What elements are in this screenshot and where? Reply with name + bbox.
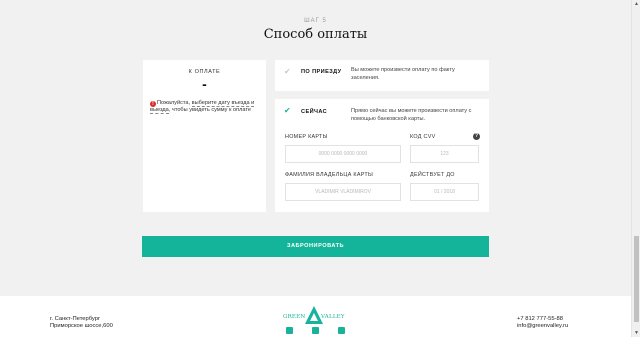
payment-summary-card: К ОПЛАТЕ - ! Пожалуйста, выберите дату въ…: [143, 60, 266, 212]
page-title: Способ оплаты: [263, 27, 368, 42]
facebook-square-icon[interactable]: [338, 327, 345, 334]
footer-email[interactable]: info@greenvalley.ru: [517, 323, 568, 330]
address-city: г. Санкт-Петербург: [50, 316, 101, 322]
logo-word-left: GREEN: [283, 314, 306, 320]
scroll-up-arrow-icon[interactable]: ▲: [632, 0, 640, 8]
card-number-input[interactable]: [285, 145, 401, 163]
option-title: ПО ПРИЕЗДУ: [301, 69, 342, 75]
check-icon: ✔: [284, 67, 291, 76]
scrollbar-thumb[interactable]: [634, 236, 639, 322]
green-valley-logo[interactable]: GREEN VALLEY: [283, 305, 349, 327]
summary-amount: -: [202, 76, 207, 92]
step-label: ШАГ 5: [304, 18, 327, 24]
facebook-icon[interactable]: [312, 327, 319, 334]
summary-warning: ! Пожалуйста, выберите дату въезда и выез…: [150, 100, 262, 115]
question-circle-icon[interactable]: ?: [473, 133, 480, 140]
footer-contacts: +7 812 777-55-88 info@greenvalley.ru: [517, 316, 568, 330]
warning-text-prefix: Пожалуйста,: [157, 100, 192, 106]
scroll-down-arrow-icon[interactable]: ▼: [632, 329, 640, 337]
warning-text-suffix: , чтобы увидеть сумму к оплате: [168, 107, 251, 114]
book-button[interactable]: ЗАБРОНИРОВАТЬ: [142, 236, 489, 257]
summary-caption: К ОПЛАТЕ: [188, 69, 221, 75]
vertical-scrollbar[interactable]: ▲ ▼: [631, 0, 640, 337]
payment-option-on-arrival[interactable]: ✔ ПО ПРИЕЗДУ Вы можете произвести оплату…: [275, 60, 489, 91]
cvv-label: КОД CVV: [410, 134, 436, 140]
footer-phone[interactable]: +7 812 777-55-88: [517, 316, 568, 323]
option-description: Вы можете произвести оплату по факту зас…: [351, 67, 455, 81]
expiry-label: ДЕЙСТВУЕТ ДО: [410, 172, 455, 178]
option-description: Прямо сейчас вы можете произвести оплату…: [351, 108, 472, 122]
site-footer: г. Санкт-Петербург Приморское шоссе,600 …: [0, 296, 631, 337]
card-number-label: НОМЕР КАРТЫ: [285, 134, 328, 140]
option-title: СЕЙЧАС: [301, 109, 328, 115]
cvv-input[interactable]: [410, 145, 479, 163]
address-street: Приморское шоссе,600: [50, 323, 113, 329]
card-holder-label: ФАМИЛИЯ ВЛАДЕЛЬЦА КАРТЫ: [285, 172, 374, 178]
payment-option-now[interactable]: ✔ СЕЙЧАС Прямо сейчас вы можете произвес…: [275, 99, 489, 212]
card-holder-input[interactable]: [285, 183, 401, 201]
expiry-input[interactable]: [410, 183, 479, 201]
footer-address: г. Санкт-Петербург Приморское шоссе,600: [50, 316, 113, 330]
booking-page: ШАГ 5 Способ оплаты К ОПЛАТЕ - ! Пожалуйс…: [0, 0, 631, 337]
vk-icon[interactable]: [286, 327, 293, 334]
exclamation-circle-icon: !: [150, 100, 156, 107]
logo-word-right: VALLEY: [321, 314, 345, 320]
check-icon: ✔: [284, 106, 291, 115]
